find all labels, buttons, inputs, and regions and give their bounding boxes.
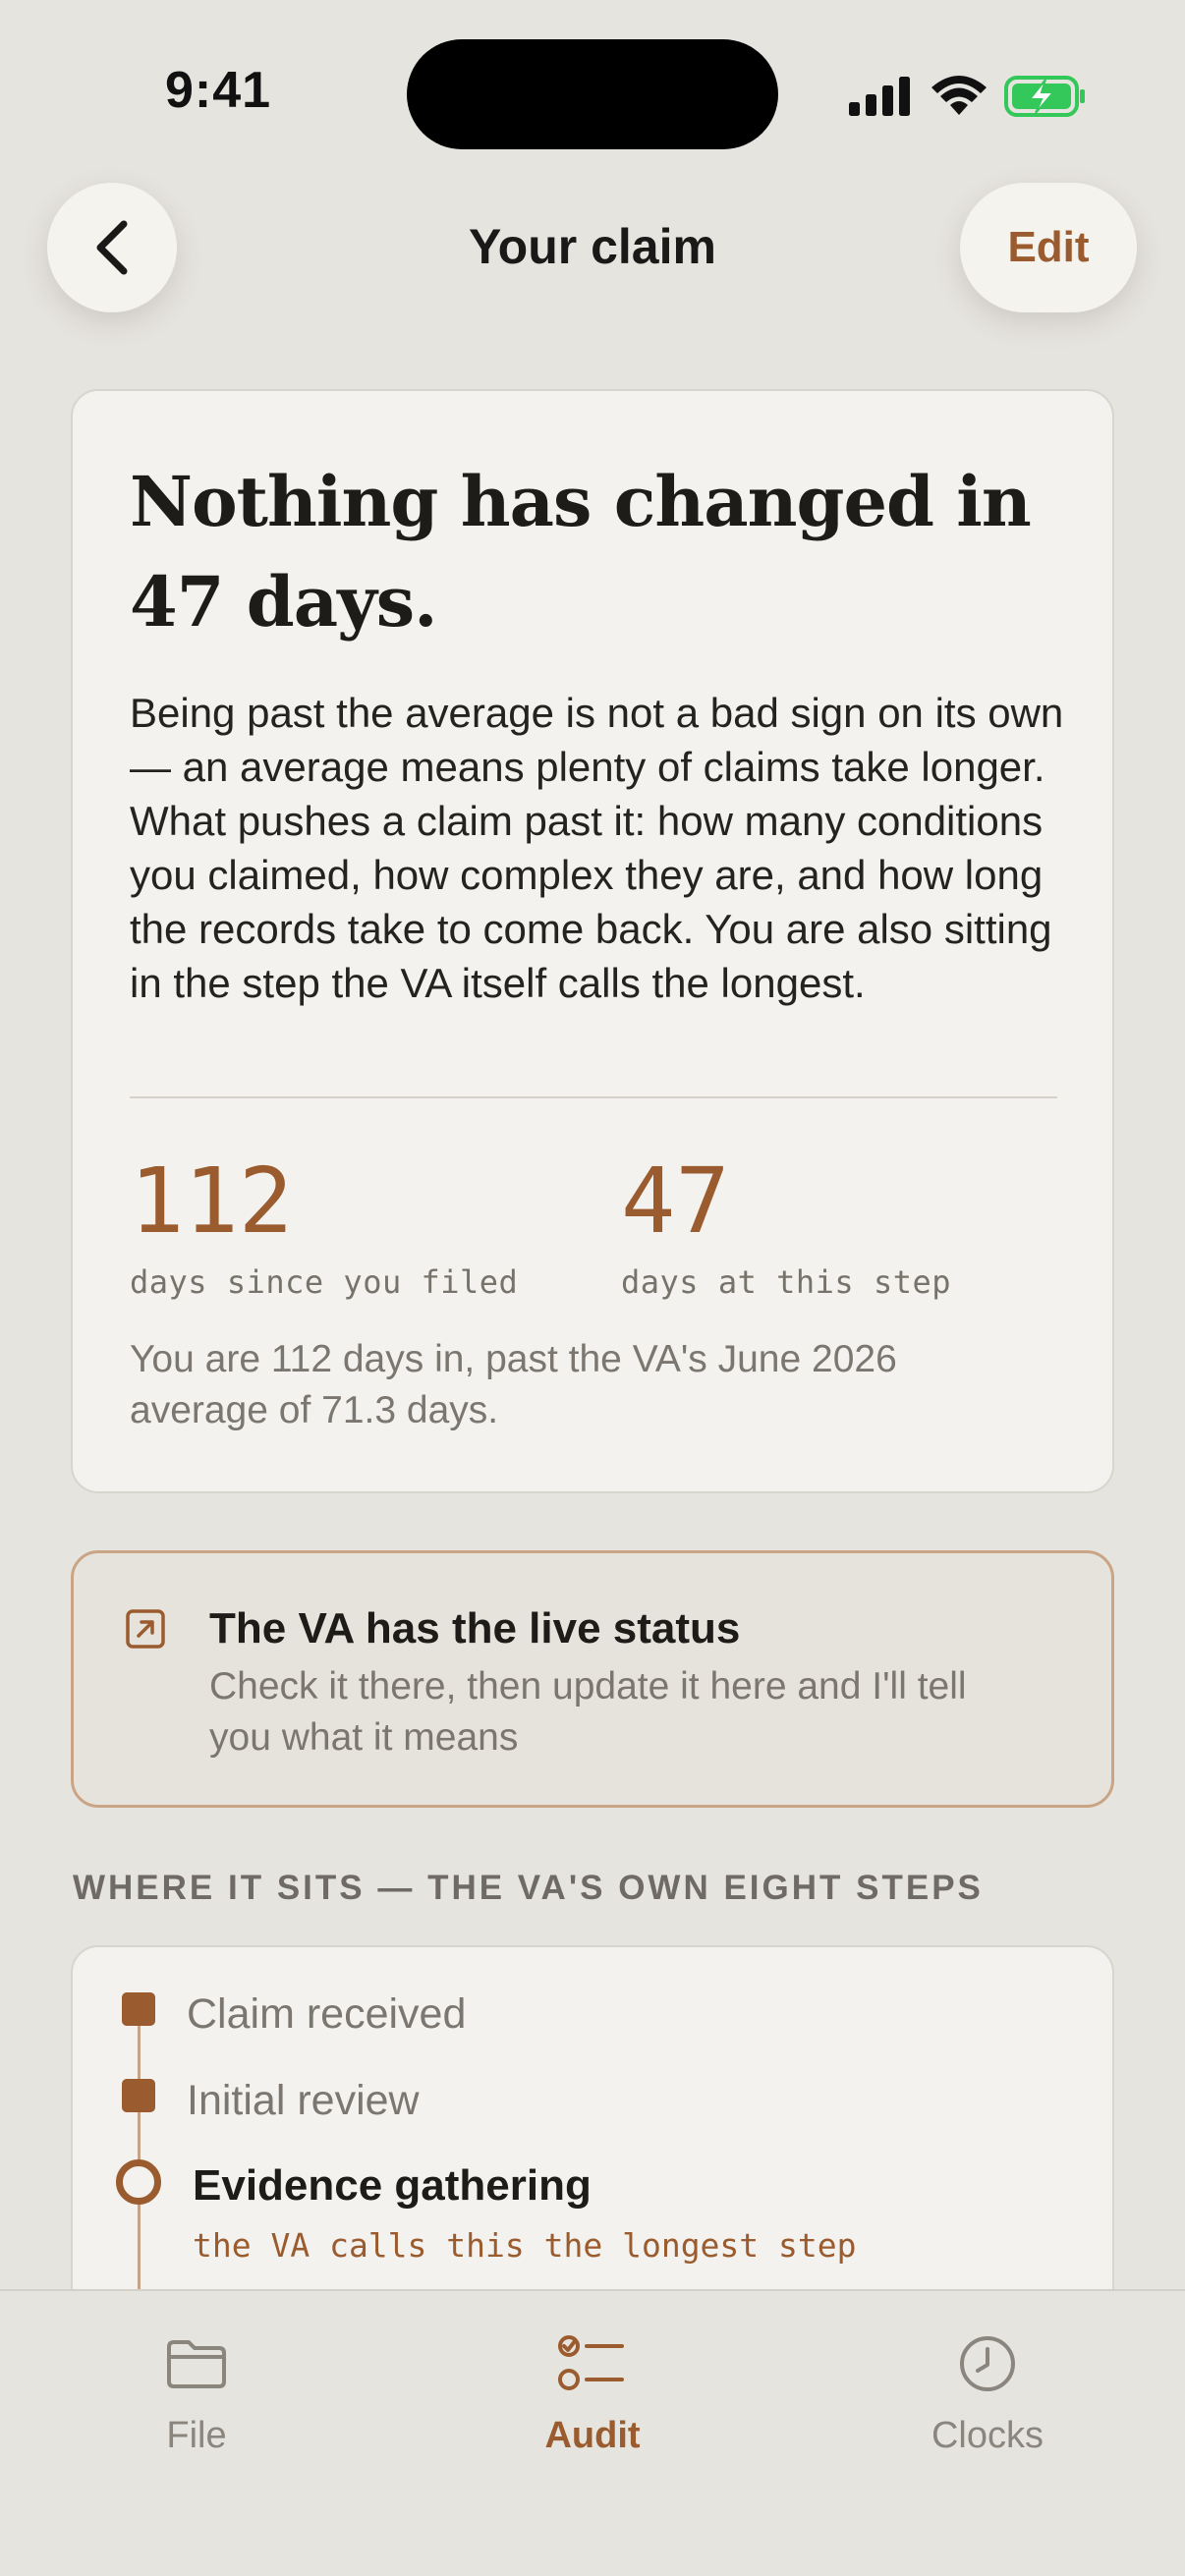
summary-note: You are 112 days in, past the VA's June … (130, 1338, 897, 1431)
tab-file[interactable]: File (79, 2326, 314, 2457)
external-link-icon (126, 1609, 165, 1649)
va-live-status-link[interactable]: The VA has the live status Check it ther… (71, 1550, 1114, 1808)
claim-screen: 9:41 Your claim Edit Nothing has changed… (0, 0, 1185, 2576)
step-complete-marker (122, 2079, 155, 2112)
summary-body: Being past the average is not a bad sign… (130, 690, 1064, 1006)
battery-charging-icon (1004, 76, 1085, 117)
stat-label: days at this step (621, 1263, 952, 1301)
tab-bar: File Audit Clocks (0, 2289, 1185, 2576)
wifi-icon (931, 76, 987, 115)
status-time: 9:41 (165, 62, 272, 119)
step-note: the VA calls this the longest step (193, 2226, 857, 2265)
stat-days-since-filed: 112 days since you filed (130, 1148, 518, 1301)
tab-audit[interactable]: Audit (475, 2326, 710, 2457)
stat-label: days since you filed (130, 1263, 519, 1301)
checklist-icon (558, 2335, 624, 2390)
status-icons (847, 69, 1087, 124)
claim-summary-card: Nothing has changed in 47 days. Being pa… (71, 389, 1114, 1493)
step-label: Claim received (187, 1990, 467, 2038)
step-label-current: Evidence gathering (193, 2161, 592, 2210)
dynamic-island (407, 39, 778, 149)
summary-divider (130, 1096, 1057, 1098)
stat-days-at-step: 47 days at this step (621, 1148, 951, 1301)
tab-label: File (166, 2415, 227, 2456)
tab-label: Audit (544, 2415, 641, 2456)
stat-value: 47 (621, 1148, 730, 1254)
step-complete-marker (122, 1992, 155, 2026)
summary-headline: Nothing has changed in 47 days. (130, 461, 1032, 643)
stat-value: 112 (130, 1148, 294, 1254)
callout-title: The VA has the live status (209, 1604, 741, 1652)
edit-button[interactable]: Edit (960, 183, 1137, 312)
step-current-marker (116, 2159, 161, 2205)
folder-icon (167, 2340, 226, 2388)
tab-clocks[interactable]: Clocks (870, 2326, 1105, 2457)
cellular-signal-icon (849, 77, 910, 116)
steps-section-label: WHERE IT SITS — THE VA'S OWN EIGHT STEPS (73, 1869, 984, 1907)
clock-icon (960, 2336, 1015, 2391)
tab-label: Clocks (931, 2415, 1044, 2456)
callout-subtitle: Check it there, then update it here and … (209, 1665, 967, 1759)
step-label: Initial review (187, 2077, 420, 2124)
